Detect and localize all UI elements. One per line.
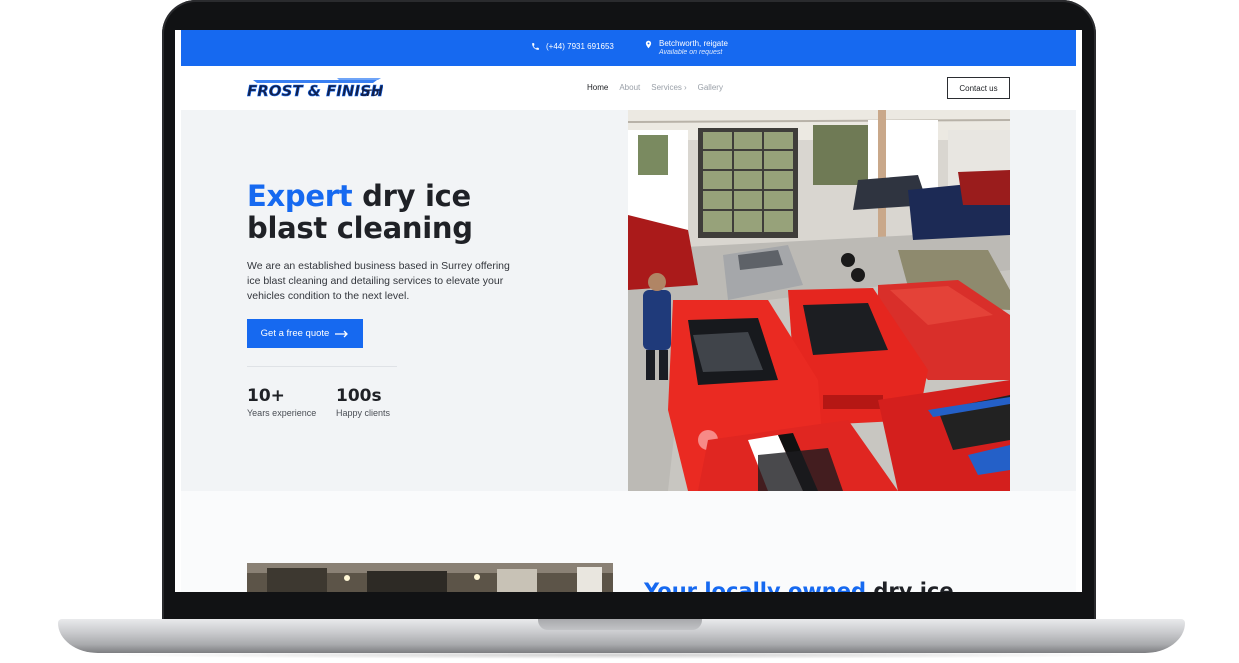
about-heading: Your locally owned dry ice xyxy=(644,579,954,592)
location-note: Available on request xyxy=(659,49,723,56)
phone-number[interactable]: (+44) 7931 691653 xyxy=(546,42,614,51)
hero-title-highlight: Expert xyxy=(247,179,353,213)
stat-clients: 100s Happy clients xyxy=(336,386,390,418)
nav-about[interactable]: About xyxy=(619,83,640,92)
top-info-bar: (+44) 7931 691653 Betchworth, reigate Av… xyxy=(181,30,1076,66)
stat-label: Happy clients xyxy=(336,408,391,418)
hero-section: Expert dry ice blast cleaning We are an … xyxy=(181,110,1076,491)
nav-home[interactable]: Home xyxy=(587,83,608,92)
free-quote-label: Get a free quote xyxy=(260,328,330,339)
laptop-notch xyxy=(538,619,702,630)
nav-services-label: Services xyxy=(651,83,682,92)
about-workshop-image xyxy=(247,563,613,592)
about-heading-highlight: Your locally owned xyxy=(644,579,867,592)
nav-links: Home About Services › Gallery xyxy=(587,83,723,92)
main-navbar: FROST & FINISH LTD Home About Services › … xyxy=(181,66,1076,110)
nav-gallery[interactable]: Gallery xyxy=(698,83,723,92)
contact-us-button[interactable]: Contact us xyxy=(947,77,1010,99)
stat-value: 100s xyxy=(336,386,382,406)
location-city: Betchworth, reigate xyxy=(659,39,728,48)
chevron-right-icon: › xyxy=(683,83,687,92)
company-logo[interactable]: FROST & FINISH LTD xyxy=(247,77,383,99)
hero-divider xyxy=(247,366,397,367)
nav-services[interactable]: Services › xyxy=(651,83,686,92)
hero-workshop-image xyxy=(628,110,1010,491)
hero-title: Expert dry ice blast cleaning xyxy=(247,180,547,244)
stat-value: 10+ xyxy=(247,386,285,406)
svg-text:LTD: LTD xyxy=(361,89,379,99)
phone-contact[interactable]: (+44) 7931 691653 xyxy=(531,42,614,51)
about-section: Your locally owned dry ice xyxy=(181,491,1076,592)
stat-experience: 10+ Years experience xyxy=(247,386,316,418)
phone-icon xyxy=(532,43,539,50)
hero-description: We are an established business based in … xyxy=(247,260,510,302)
location-info: Betchworth, reigate Available on request xyxy=(644,39,728,56)
map-pin-icon xyxy=(645,40,652,49)
stat-label: Years experience xyxy=(247,408,317,418)
laptop-screen: (+44) 7931 691653 Betchworth, reigate Av… xyxy=(175,30,1082,592)
about-heading-rest: dry ice xyxy=(873,579,954,592)
free-quote-button[interactable]: Get a free quote xyxy=(247,319,363,348)
arrow-right-icon xyxy=(335,330,349,337)
